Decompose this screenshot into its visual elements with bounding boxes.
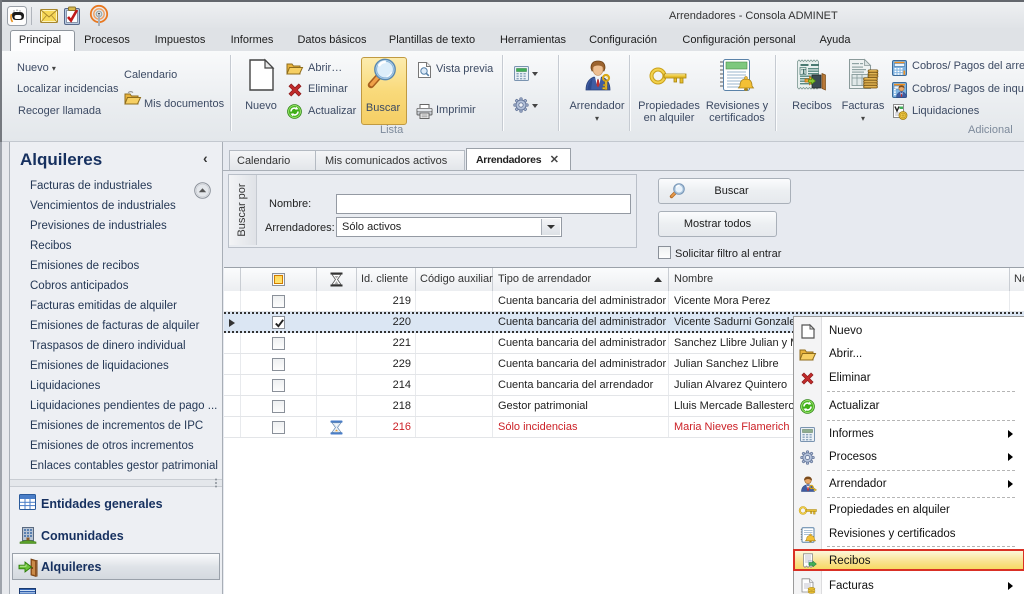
svg-text:T: T [801,68,806,76]
